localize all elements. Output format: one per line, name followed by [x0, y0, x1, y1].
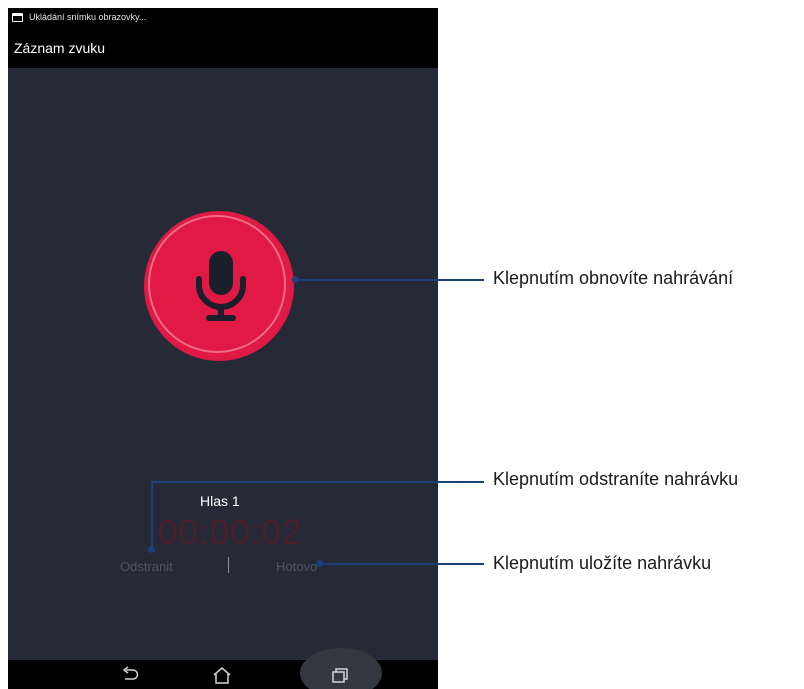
status-notification: Ukládání snímku obrazovky... [29, 12, 147, 22]
phone-screen: Ukládání snímku obrazovky... Záznam zvuk… [8, 8, 438, 689]
action-bar: Záznam zvuku [8, 30, 438, 68]
recording-timer: 00:00:02 [158, 513, 303, 552]
callout-line-restart [296, 279, 484, 281]
app-title: Záznam zvuku [14, 40, 106, 56]
recent-apps-icon[interactable] [330, 666, 350, 684]
callout-line-delete [151, 481, 484, 483]
status-bar: Ukládání snímku obrazovky... [8, 8, 438, 30]
delete-button[interactable]: Odstranit [120, 559, 173, 574]
navigation-bar [8, 648, 438, 689]
callout-delete-text: Klepnutím odstraníte nahrávku [493, 469, 739, 489]
home-icon[interactable] [212, 666, 232, 684]
callout-save-text: Klepnutím uložíte nahrávku [493, 553, 712, 573]
recorder-content: Hlas 1 00:00:02 Odstranit Hotovo [8, 68, 438, 660]
screenshot-icon [12, 13, 23, 22]
callout-line-delete-vertical [151, 481, 153, 549]
callout-line-save [320, 563, 484, 565]
callout-restart-text: Klepnutím obnovíte nahrávání [493, 268, 734, 288]
microphone-icon [196, 251, 246, 321]
back-icon[interactable] [120, 666, 140, 684]
done-button[interactable]: Hotovo [276, 559, 317, 574]
recording-name: Hlas 1 [200, 493, 240, 509]
button-divider [228, 557, 229, 573]
record-button[interactable] [144, 211, 294, 361]
